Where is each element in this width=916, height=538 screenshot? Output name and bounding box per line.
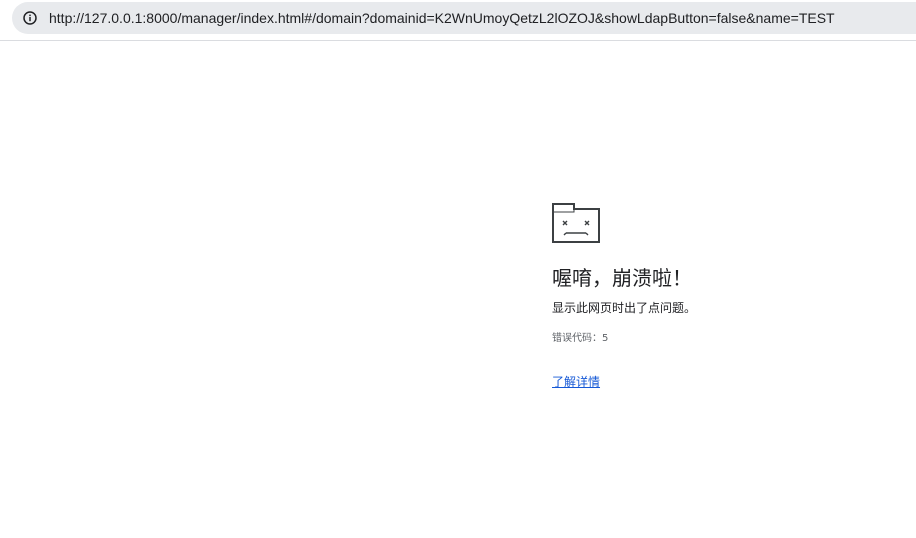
error-title: 喔唷，崩溃啦！ xyxy=(552,266,692,290)
learn-more-link[interactable]: 了解详情 xyxy=(552,374,600,390)
url-text[interactable]: http://127.0.0.1:8000/manager/index.html… xyxy=(49,10,835,26)
address-bar[interactable]: http://127.0.0.1:8000/manager/index.html… xyxy=(12,2,916,34)
error-code: 错误代码：5 xyxy=(552,333,609,344)
error-container: 喔唷，崩溃啦！ 显示此网页时出了点问题。 错误代码：5 了解详情 xyxy=(552,203,892,390)
browser-toolbar: http://127.0.0.1:8000/manager/index.html… xyxy=(0,0,916,41)
info-circle-icon[interactable] xyxy=(19,7,41,29)
error-description: 显示此网页时出了点问题。 xyxy=(552,301,697,315)
sad-tab-icon xyxy=(552,203,600,243)
